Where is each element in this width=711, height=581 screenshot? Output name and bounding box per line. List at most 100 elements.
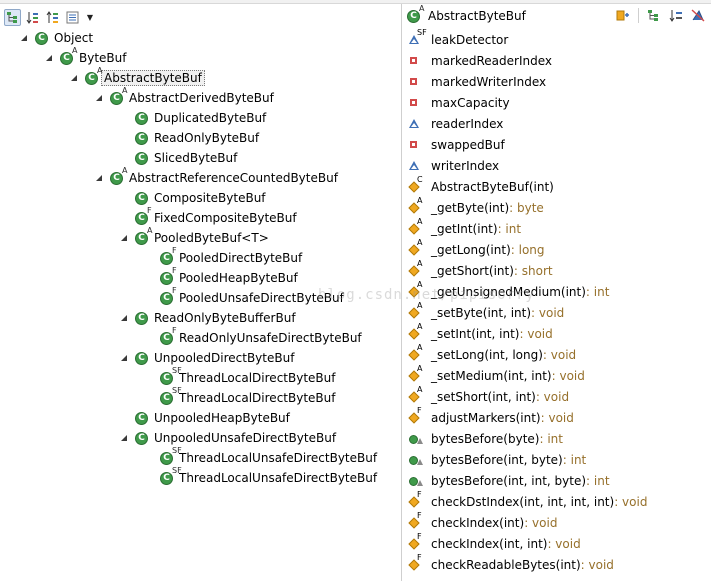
member-item[interactable]: C AbstractByteBuf(int): [408, 175, 554, 197]
expand-toggle-icon[interactable]: [118, 352, 130, 364]
tree-node-label: UnpooledHeapByteBuf: [154, 411, 290, 425]
tree-node[interactable]: C SF ThreadLocalDirectByteBuf: [143, 367, 335, 388]
member-name: leakDetector: [431, 32, 509, 47]
tree-node[interactable]: C SlicedByteBuf: [118, 148, 237, 168]
tree-node[interactable]: C F PooledUnsafeDirectByteBuf: [143, 287, 344, 308]
member-item[interactable]: A _setShort(int, int) : void: [408, 385, 570, 407]
expand-toggle-icon[interactable]: [93, 172, 105, 184]
class-icon: C: [134, 190, 150, 206]
member-item[interactable]: FadjustMarkers(int) : void: [408, 406, 574, 428]
member-return-type: : int: [539, 431, 563, 446]
tree-node-label: PooledUnsafeDirectByteBuf: [179, 291, 344, 305]
member-item[interactable]: FcheckIndex(int, int) : void: [408, 532, 581, 554]
tree-node-label: Object: [54, 31, 94, 45]
member-item[interactable]: writerIndex: [408, 155, 499, 176]
member-return-type: : void: [519, 326, 553, 341]
sort-icon[interactable]: [24, 9, 41, 26]
member-item[interactable]: A _getByte(int) : byte: [408, 196, 544, 218]
tree-node[interactable]: C A ByteBuf: [43, 47, 126, 68]
member-item[interactable]: readerIndex: [408, 113, 503, 134]
protected-method-icon: A: [408, 385, 428, 405]
tree-node[interactable]: C UnpooledHeapByteBuf: [118, 408, 290, 428]
member-item[interactable]: bytesBefore(int, byte) : int: [408, 449, 586, 470]
sort-by-defining-type-icon[interactable]: [44, 9, 61, 26]
hide-fields-icon[interactable]: [689, 7, 707, 24]
member-item[interactable]: A _getInt(int) : int: [408, 217, 521, 239]
tree-node[interactable]: C F ReadOnlyUnsafeDirectByteBuf: [143, 327, 362, 348]
tree-node-label: AbstractReferenceCountedByteBuf: [129, 171, 338, 185]
member-item[interactable]: A _setLong(int, long) : void: [408, 343, 576, 365]
member-name: swappedBuf: [431, 137, 505, 152]
member-item[interactable]: A _getShort(int) : short: [408, 259, 553, 281]
tree-node[interactable]: C SF ThreadLocalUnsafeDirectByteBuf: [143, 447, 377, 468]
member-item[interactable]: bytesBefore(byte) : int: [408, 428, 563, 449]
type-hierarchy-pane: ▼ C Object C A ByteBuf C A AbstractByteBuf C A Abs…: [0, 4, 401, 581]
tree-node[interactable]: C SF ThreadLocalUnsafeDirectByteBuf: [143, 467, 377, 488]
member-name: adjustMarkers(int): [431, 410, 541, 425]
show-members-icon[interactable]: [64, 9, 81, 26]
tree-node[interactable]: C F PooledDirectByteBuf: [143, 247, 302, 268]
tree-node[interactable]: C A AbstractReferenceCountedByteBuf: [93, 167, 338, 188]
member-item[interactable]: A _getLong(int) : long: [408, 238, 545, 260]
member-name: markedWriterIndex: [431, 74, 547, 89]
member-item[interactable]: markedWriterIndex: [408, 71, 546, 92]
tree-node[interactable]: C ReadOnlyByteBuf: [118, 128, 259, 148]
tree-node[interactable]: C ReadOnlyByteBufferBuf: [118, 308, 296, 328]
member-item[interactable]: markedReaderIndex: [408, 50, 552, 71]
expand-toggle-icon[interactable]: [118, 312, 130, 324]
expand-toggle-icon[interactable]: [118, 232, 130, 244]
member-return-type: : void: [535, 389, 570, 404]
member-name: _setShort(int, int): [431, 389, 536, 404]
member-name: _setLong(int, long): [431, 347, 543, 362]
tree-node[interactable]: C UnpooledDirectByteBuf: [118, 348, 294, 368]
member-name: bytesBefore(byte): [431, 431, 540, 446]
expand-toggle-icon[interactable]: [68, 72, 80, 84]
member-name: checkReadableBytes(int): [431, 557, 581, 572]
expand-toggle-icon[interactable]: [43, 52, 55, 64]
tree-node[interactable]: C SF ThreadLocalDirectByteBuf: [143, 387, 336, 408]
protected-method-icon: A: [408, 280, 428, 300]
show-hierarchy-icon[interactable]: [4, 8, 21, 26]
class-icon: C: [134, 110, 150, 126]
tree-node[interactable]: C Object: [18, 28, 93, 48]
member-return-type: : void: [547, 536, 581, 551]
expand-toggle-icon[interactable]: [18, 32, 30, 44]
member-item[interactable]: A _setMedium(int, int) : void: [408, 364, 585, 386]
tree-node[interactable]: C DuplicatedByteBuf: [118, 108, 266, 128]
member-item[interactable]: A _setInt(int, int) : void: [408, 322, 553, 344]
tree-node-label: SlicedByteBuf: [154, 151, 238, 165]
member-name: _setMedium(int, int): [431, 368, 552, 383]
show-inherited-members-icon[interactable]: [645, 7, 663, 24]
member-item[interactable]: FcheckDstIndex(int, int, int, int) : voi…: [408, 490, 647, 512]
member-item[interactable]: maxCapacity: [408, 92, 510, 113]
lock-view-icon[interactable]: [614, 7, 632, 24]
expand-toggle-icon[interactable]: [93, 92, 105, 104]
tree-node[interactable]: C F FixedCompositeByteBuf: [118, 207, 297, 228]
view-menu-chevron-down-icon[interactable]: ▼: [84, 9, 96, 25]
expand-toggle-icon[interactable]: [118, 432, 130, 444]
tree-node[interactable]: C A AbstractByteBuf: [68, 67, 205, 88]
public-method-icon: [408, 452, 428, 468]
static-field-icon: SF: [408, 28, 428, 48]
members-title: AbstractByteBuf: [428, 8, 526, 23]
class-icon: CA: [84, 67, 102, 86]
tree-node[interactable]: C A AbstractDerivedByteBuf: [93, 87, 274, 108]
tree-node[interactable]: C F PooledHeapByteBuf: [143, 267, 298, 288]
member-name: _setInt(int, int): [431, 326, 520, 341]
member-item[interactable]: FcheckIndex(int) : void: [408, 511, 557, 533]
tree-node[interactable]: C CompositeByteBuf: [118, 188, 266, 208]
protected-method-icon: A: [408, 217, 428, 237]
member-item[interactable]: SF leakDetector: [408, 28, 509, 50]
tree-node[interactable]: C UnpooledUnsafeDirectByteBuf: [118, 428, 336, 448]
tree-node-label: ThreadLocalDirectByteBuf: [179, 391, 336, 405]
tree-node[interactable]: C A PooledByteBuf<T>: [118, 227, 269, 248]
member-item[interactable]: A _getUnsignedMedium(int) : int: [408, 280, 609, 302]
member-return-type: : byte: [509, 200, 544, 215]
sort-by-defining-type-icon[interactable]: [667, 7, 685, 24]
member-item[interactable]: bytesBefore(int, int, byte) : int: [408, 470, 610, 491]
private-field-icon: [408, 95, 428, 111]
member-item[interactable]: FcheckReadableBytes(int) : void: [408, 553, 614, 575]
member-item[interactable]: A _setByte(int, int) : void: [408, 301, 564, 323]
member-item[interactable]: swappedBuf: [408, 134, 505, 155]
member-return-type: : long: [510, 242, 545, 257]
